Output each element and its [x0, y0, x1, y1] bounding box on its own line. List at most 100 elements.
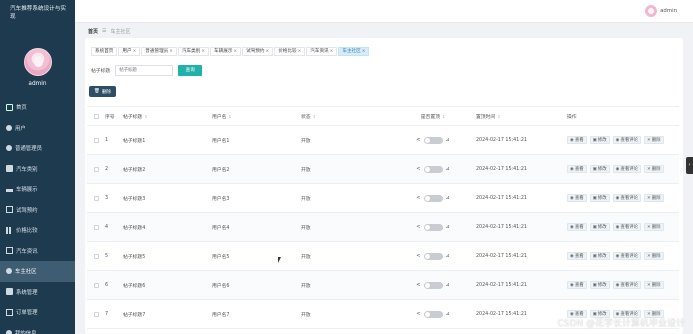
edit-button[interactable]: ▣修改 [589, 252, 610, 260]
header-time[interactable]: 置顶时间 ⇕ [476, 113, 565, 120]
edit-button[interactable]: ▣修改 [589, 136, 610, 144]
close-icon[interactable]: × [298, 47, 302, 56]
header-user[interactable]: 用户名 ⇕ [212, 113, 301, 120]
tab-item[interactable]: 车辆展示 × [210, 47, 242, 56]
header-actions: 操作 [567, 114, 577, 120]
sort-icon[interactable]: ⇕ [313, 114, 316, 119]
pinned-toggle[interactable] [423, 310, 443, 318]
view-button[interactable]: ◉查看 [567, 252, 587, 260]
sidebar-item[interactable]: 试驾预约 [0, 200, 75, 221]
pin-icon: ⊿ [445, 311, 450, 317]
search-input[interactable] [115, 65, 174, 76]
avatar[interactable] [24, 48, 52, 76]
view-button[interactable]: ◉查看 [567, 281, 587, 289]
pinned-toggle[interactable] [423, 194, 443, 202]
pinned-toggle[interactable] [423, 223, 443, 231]
view-comments-button[interactable]: ◉查看评论 [612, 165, 642, 173]
close-icon[interactable]: × [201, 47, 205, 56]
tab-item[interactable]: 汽车类别 × [177, 47, 210, 56]
sidebar-item[interactable]: 用户 [0, 118, 75, 139]
sidebar-item[interactable]: 订单管理 [0, 302, 75, 323]
sidebar-item[interactable]: 车主社区 [0, 261, 75, 282]
pinned-toggle[interactable] [423, 252, 443, 260]
view-button[interactable]: ◉查看 [567, 223, 587, 231]
tab-item[interactable]: 系统首页 [91, 47, 118, 56]
row-checkbox[interactable] [87, 282, 105, 288]
view-comments-button[interactable]: ◉查看评论 [612, 223, 642, 231]
view-button[interactable]: ◉查看 [567, 136, 587, 144]
sidebar-item[interactable]: 我的信息 [0, 323, 75, 334]
breadcrumb-home[interactable]: 首页 [88, 28, 98, 35]
delete-icon: ✕ [647, 225, 651, 230]
delete-row-button[interactable]: ✕删除 [644, 252, 664, 260]
side-drawer-handle[interactable]: › [686, 157, 693, 174]
sidebar-item[interactable]: 汽车资讯 [0, 241, 75, 262]
sidebar-item[interactable]: 汽车类别 [0, 159, 75, 180]
cell-seq: 6 [105, 282, 109, 288]
tab-item[interactable]: 车主社区 × [338, 47, 370, 56]
user-avatar[interactable] [645, 5, 657, 17]
close-icon[interactable]: × [362, 47, 366, 56]
row-checkbox[interactable] [87, 253, 105, 259]
mouse-cursor-icon [278, 257, 281, 263]
view-comments-button[interactable]: ◉查看评论 [612, 252, 642, 260]
row-checkbox[interactable] [87, 137, 105, 143]
delete-row-button[interactable]: ✕删除 [644, 165, 664, 173]
tab-item[interactable]: 汽车资讯 × [306, 47, 338, 56]
row-checkbox[interactable] [87, 311, 105, 317]
sidebar-item[interactable]: 车辆展示 [0, 179, 75, 200]
cell-pinned: < ⊿ [390, 136, 476, 144]
header-status[interactable]: 状态 ⇕ [301, 113, 390, 120]
sidebar-item[interactable]: 普通管理员 [0, 138, 75, 159]
sidebar-item[interactable]: 首页 [0, 97, 75, 118]
delete-row-button[interactable]: ✕删除 [644, 281, 664, 289]
edit-button[interactable]: ▣修改 [589, 194, 610, 202]
action-label: 查看评论 [620, 138, 639, 143]
edit-button[interactable]: ▣修改 [589, 223, 610, 231]
view-button[interactable]: ◉查看 [567, 194, 587, 202]
view-comments-button[interactable]: ◉查看评论 [612, 136, 642, 144]
pinned-toggle[interactable] [423, 136, 443, 144]
view-button[interactable]: ◉查看 [567, 165, 587, 173]
pinned-toggle[interactable] [423, 165, 443, 173]
view-comments-button[interactable]: ◉查看评论 [612, 194, 642, 202]
header-pinned[interactable]: 是否置顶 ⇕ [390, 113, 476, 120]
header-title[interactable]: 帖子标题 ⇕ [123, 113, 212, 120]
sidebar-item[interactable]: 价格比较 [0, 220, 75, 241]
close-icon[interactable]: × [133, 47, 137, 56]
row-checkbox[interactable] [87, 224, 105, 230]
close-icon[interactable]: × [330, 47, 334, 56]
close-icon[interactable]: × [266, 47, 270, 56]
tab-item[interactable]: 普通管理员 × [141, 47, 177, 56]
header-pinned-label: 是否置顶 [420, 114, 440, 120]
view-comments-button[interactable]: ◉查看评论 [612, 281, 642, 289]
select-all-checkbox[interactable] [87, 113, 105, 119]
cell-pinned: < ⊿ [390, 165, 476, 173]
sidebar-item[interactable]: 系统管理 [0, 282, 75, 303]
delete-row-button[interactable]: ✕删除 [644, 194, 664, 202]
sort-icon[interactable]: ⇕ [144, 114, 147, 119]
comment-icon: ◉ [615, 167, 620, 172]
delete-row-button[interactable]: ✕删除 [644, 136, 664, 144]
cell-pinned: < ⊿ [390, 310, 476, 318]
box-icon [6, 288, 13, 296]
tab-item[interactable]: 用户 × [118, 47, 141, 56]
edit-button[interactable]: ▣修改 [589, 281, 610, 289]
search-button[interactable]: 查询 [178, 65, 203, 76]
top-username[interactable]: admin [660, 8, 677, 14]
tab-item[interactable]: 试驾预约 × [242, 47, 274, 56]
row-checkbox[interactable] [87, 166, 105, 172]
row-checkbox[interactable] [87, 195, 105, 201]
sort-icon[interactable]: ⇕ [442, 114, 445, 119]
delete-row-button[interactable]: ✕删除 [644, 223, 664, 231]
edit-button[interactable]: ▣修改 [589, 165, 610, 173]
pinned-toggle[interactable] [423, 281, 443, 289]
sort-icon[interactable]: ⇕ [228, 114, 231, 119]
delete-button[interactable]: 🗑 删除 [89, 86, 116, 97]
close-icon[interactable]: × [233, 47, 237, 56]
delete-button-label: 删除 [101, 89, 112, 95]
tab-item[interactable]: 价格比较 × [274, 47, 306, 56]
close-icon[interactable]: × [169, 47, 173, 56]
sort-icon[interactable]: ⇕ [497, 114, 500, 119]
cell-title: 帖子标题7 [123, 312, 146, 318]
